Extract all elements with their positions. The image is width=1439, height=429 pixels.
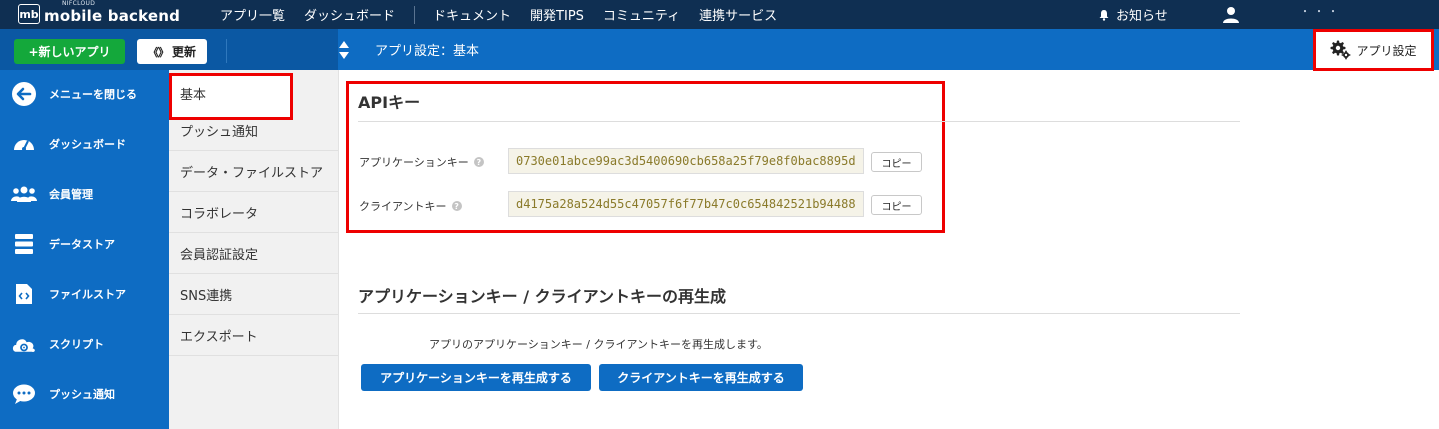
refresh-icon: 《》 (147, 45, 169, 59)
logo[interactable]: mb NIFCLOUD mobile backend (18, 0, 181, 25)
users-icon (11, 181, 37, 207)
app-toolbar: +新しいアプリ 《》 更新 アプリ設定：基本 アプリ設定 (0, 29, 1439, 71)
subnav-item-datastore[interactable]: データ・ファイルストア (169, 151, 338, 192)
sidebar-item-script[interactable]: スクリプト (0, 324, 169, 364)
nav-community[interactable]: コミュニティ (603, 5, 680, 24)
app-settings-label: アプリ設定 (1356, 43, 1417, 58)
regenerate-app-key-button[interactable]: アプリケーションキーを再生成する (361, 364, 591, 391)
divider (358, 313, 1240, 314)
app-settings-button[interactable]: アプリ設定 (1313, 29, 1434, 71)
subnav-item-auth[interactable]: 会員認証設定 (169, 233, 338, 274)
api-key-heading: APIキー (358, 93, 421, 112)
user-name-redacted[interactable]: ・・・ (1300, 3, 1342, 18)
help-icon[interactable]: ? (473, 157, 484, 167)
divider (358, 121, 1240, 122)
app-key-label: アプリケーションキー ? (359, 154, 484, 170)
regenerate-heading: アプリケーションキー / クライアントキーの再生成 (358, 287, 727, 306)
nav-dev-tips[interactable]: 開発TIPS (530, 5, 584, 24)
cloud-gear-icon (11, 331, 37, 357)
logo-brand: NIFCLOUD (62, 0, 96, 7)
copy-client-key-button[interactable]: コピー (871, 195, 922, 215)
bell-icon (1099, 9, 1109, 21)
user-icon[interactable] (1222, 6, 1240, 24)
sidebar: メニューを閉じる ダッシュボード 会員管理 データストア ファイルストア スクリ… (0, 70, 169, 429)
client-key-field[interactable]: d4175a28a524d55c47057f6f77b47c0c65484252… (508, 191, 864, 217)
main-nav: アプリ一覧 ダッシュボード ドキュメント 開発TIPS コミュニティ 連携サービ… (220, 0, 796, 29)
breadcrumb: アプリ設定：基本 (375, 44, 480, 59)
nav-dashboard[interactable]: ダッシュボード (304, 5, 395, 24)
sidebar-item-datastore[interactable]: データストア (0, 224, 169, 264)
notifications-link[interactable]: お知らせ (1098, 0, 1168, 29)
help-icon[interactable]: ? (451, 201, 462, 211)
refresh-button[interactable]: 《》 更新 (137, 39, 207, 64)
nav-app-list[interactable]: アプリ一覧 (220, 5, 285, 24)
subnav-item-basic[interactable]: 基本 (169, 73, 293, 120)
logo-mark: mb (18, 4, 40, 24)
file-code-icon (11, 281, 37, 307)
toolbar-divider (226, 39, 227, 63)
sidebar-item-users[interactable]: 会員管理 (0, 174, 169, 214)
client-key-label: クライアントキー ? (359, 198, 462, 214)
sidebar-item-filestore[interactable]: ファイルストア (0, 274, 169, 314)
nav-integrations[interactable]: 連携サービス (699, 5, 777, 24)
gears-icon (1330, 40, 1351, 60)
nav-documents[interactable]: ドキュメント (433, 5, 511, 24)
subnav-item-collaborator[interactable]: コラボレータ (169, 192, 338, 233)
notifications-label: お知らせ (1116, 9, 1168, 24)
refresh-label: 更新 (171, 45, 196, 59)
new-app-button[interactable]: +新しいアプリ (14, 39, 125, 64)
regenerate-description: アプリのアプリケーションキー / クライアントキーを再生成します。 (429, 338, 768, 351)
sidebar-item-dashboard[interactable]: ダッシュボード (0, 124, 169, 164)
subnav-item-export[interactable]: エクスポート (169, 315, 338, 356)
app-switcher-icon[interactable] (338, 40, 350, 60)
nav-divider (414, 5, 416, 24)
logo-product-name: mobile backend (44, 7, 181, 25)
copy-app-key-button[interactable]: コピー (871, 152, 922, 172)
app-key-field[interactable]: 0730e01abce99ac3d5400690cb658a25f79e8f0b… (508, 148, 864, 174)
database-icon (11, 231, 37, 257)
subnav-item-sns[interactable]: SNS連携 (169, 274, 338, 315)
settings-subnav: プッシュ通知 データ・ファイルストア コラボレータ 会員認証設定 SNS連携 エ… (169, 70, 339, 429)
sidebar-item-push[interactable]: プッシュ通知 (0, 374, 169, 414)
speedometer-icon (11, 131, 37, 157)
arrow-left-circle-icon (11, 81, 37, 107)
sidebar-item-close-menu[interactable]: メニューを閉じる (0, 74, 169, 114)
chat-bubble-icon (11, 381, 37, 407)
regenerate-client-key-button[interactable]: クライアントキーを再生成する (599, 364, 803, 391)
top-navbar: mb NIFCLOUD mobile backend アプリ一覧 ダッシュボード… (0, 0, 1439, 29)
